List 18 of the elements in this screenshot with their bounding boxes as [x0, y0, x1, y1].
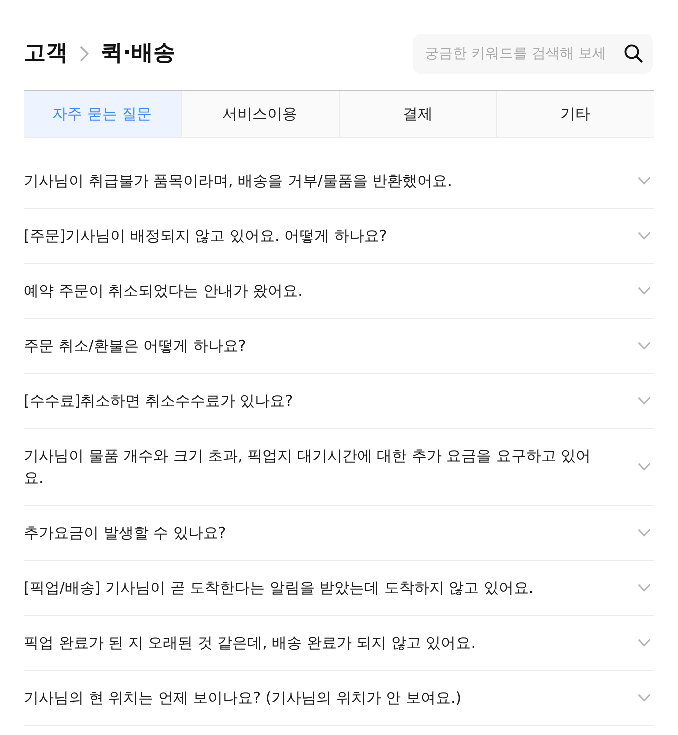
- faq-item[interactable]: [수수료]취소하면 취소수수료가 있나요?: [24, 374, 654, 429]
- faq-item[interactable]: 예약 주문이 취소되었다는 안내가 왔어요.: [24, 264, 654, 319]
- page-title: 퀵·배송: [101, 40, 176, 68]
- faq-item[interactable]: 주문 취소/환불은 어떻게 하나요?: [24, 319, 654, 374]
- faq-item[interactable]: 픽업 완료가 된 지 오래된 것 같은데, 배송 완료가 되지 않고 있어요.: [24, 616, 654, 671]
- chevron-right-icon: [80, 46, 89, 62]
- tab[interactable]: 기타: [496, 91, 654, 137]
- search-field[interactable]: 궁금한 키워드를 검색해 보세: [413, 34, 653, 74]
- tab[interactable]: 서비스이용: [180, 91, 338, 137]
- faq-item[interactable]: [주문]기사님이 배정되지 않고 있어요. 어떻게 하나요?: [24, 209, 654, 264]
- search-icon[interactable]: [624, 44, 643, 63]
- faq-item[interactable]: 기사님이 물품 개수와 크기 초과, 픽업지 대기시간에 대한 추가 요금을 요구하고 있어요.: [24, 429, 654, 506]
- faq-item[interactable]: 기사님의 현 위치는 언제 보이나요? (기사님의 위치가 안 보여요.): [24, 671, 654, 726]
- tab[interactable]: 결제: [338, 91, 496, 137]
- faq-item[interactable]: 기사님이 취급불가 품목이라며, 배송을 거부/물품을 반환했어요.: [24, 154, 654, 209]
- faq-item[interactable]: 추가요금이 발생할 수 있나요?: [24, 506, 654, 561]
- breadcrumb-link[interactable]: 고객: [24, 40, 68, 68]
- faq-item[interactable]: [픽업/배송] 기사님이 곧 도착한다는 알림을 받았는데 도착하지 않고 있어요.: [24, 561, 654, 616]
